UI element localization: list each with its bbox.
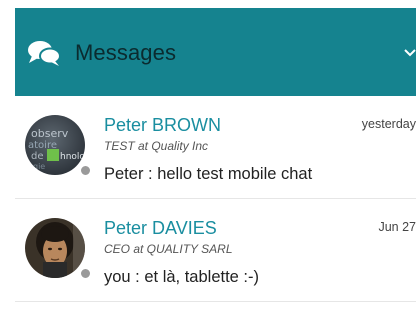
message-preview: Peter : hello test mobile chat bbox=[104, 165, 313, 183]
contact-name: Peter DAVIES bbox=[104, 218, 217, 238]
contact-name: Peter BROWN bbox=[104, 115, 222, 135]
conversation-item[interactable]: observ atoire de la hnolo gie Peter BROW… bbox=[15, 96, 416, 199]
svg-text:gie: gie bbox=[33, 162, 45, 171]
chevron-down-icon[interactable] bbox=[404, 46, 416, 58]
messages-header[interactable]: Messages bbox=[15, 8, 416, 96]
header-title: Messages bbox=[75, 40, 177, 65]
message-date: Jun 27 bbox=[378, 220, 416, 234]
conversation-item[interactable]: Peter DAVIES Jun 27 CEO at QUALITY SARL … bbox=[15, 199, 416, 302]
contact-role: CEO at QUALITY SARL bbox=[104, 242, 233, 256]
avatar-image bbox=[25, 218, 85, 278]
avatar bbox=[25, 218, 92, 280]
presence-indicator bbox=[79, 267, 92, 280]
contact-role: TEST at Quality Inc bbox=[104, 139, 209, 153]
avatar-image: observ atoire de la hnolo gie bbox=[25, 115, 85, 175]
svg-text:observ: observ bbox=[31, 127, 69, 140]
svg-text:hnolo: hnolo bbox=[60, 152, 85, 162]
messages-widget: Messages observ atoire de la hnolo gie P… bbox=[0, 0, 416, 309]
avatar: observ atoire de la hnolo gie bbox=[25, 115, 92, 177]
presence-indicator bbox=[79, 164, 92, 177]
message-date: yesterday bbox=[361, 117, 416, 131]
conversation-list: observ atoire de la hnolo gie Peter BROW… bbox=[15, 96, 416, 302]
chat-bubbles-icon bbox=[27, 40, 61, 66]
message-preview: you : et là, tablette :-) bbox=[104, 268, 259, 286]
